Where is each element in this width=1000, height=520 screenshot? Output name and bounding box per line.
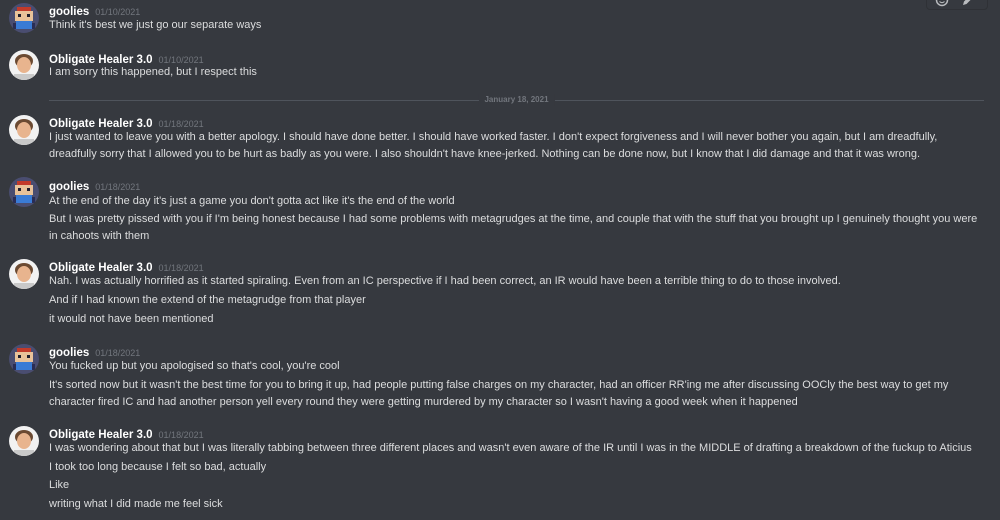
message-text: Nah. I was actually horrified as it star… bbox=[49, 275, 841, 287]
pixel-character-avatar[interactable] bbox=[9, 344, 39, 374]
message-toolbar bbox=[926, 0, 988, 10]
person-avatar[interactable] bbox=[9, 259, 39, 289]
message-text: Think it's best we just go our separate … bbox=[49, 19, 262, 31]
message-text: I am sorry this happened, but I respect … bbox=[49, 66, 257, 78]
timestamp: 01/10/2021 bbox=[95, 7, 141, 17]
message-text: It's sorted now but it wasn't the best t… bbox=[49, 379, 949, 408]
message-text: And if I had known the extend of the met… bbox=[49, 294, 366, 306]
person-avatar[interactable] bbox=[9, 115, 39, 145]
username[interactable]: goolies bbox=[49, 181, 89, 193]
message-text: it would not have been mentioned bbox=[49, 313, 214, 325]
person-avatar[interactable] bbox=[9, 426, 39, 456]
message-text: Like bbox=[49, 479, 70, 491]
timestamp: 01/18/2021 bbox=[158, 430, 204, 440]
edit-icon[interactable] bbox=[961, 0, 975, 7]
pixel-character-avatar[interactable] bbox=[9, 177, 39, 207]
timestamp: 01/18/2021 bbox=[95, 348, 141, 358]
divider-label: January 18, 2021 bbox=[478, 94, 555, 106]
message-text: But I was pretty pissed with you if I'm … bbox=[49, 213, 978, 242]
timestamp: 01/18/2021 bbox=[158, 119, 204, 129]
message-header: goolies 01/18/2021 bbox=[49, 178, 140, 194]
message-text: writing what I did made me feel sick bbox=[49, 498, 223, 510]
message-text: I took too long because I felt so bad, a… bbox=[49, 461, 267, 473]
timestamp: 01/18/2021 bbox=[158, 263, 204, 273]
message-text: You fucked up but you apologised so that… bbox=[49, 360, 340, 372]
timestamp: 01/18/2021 bbox=[95, 182, 141, 192]
person-avatar[interactable] bbox=[9, 50, 39, 80]
message-text: I just wanted to leave you with a better… bbox=[49, 131, 938, 160]
chat-messages: goolies 01/10/2021 Think it's best we jus… bbox=[0, 0, 1000, 520]
message-text: I was wondering about that but I was lit… bbox=[49, 442, 972, 454]
date-divider: January 18, 2021 bbox=[49, 94, 984, 106]
message-text: At the end of the day it's just a game y… bbox=[49, 195, 455, 207]
add-reaction-icon[interactable] bbox=[935, 0, 949, 7]
pixel-character-avatar[interactable] bbox=[9, 3, 39, 33]
